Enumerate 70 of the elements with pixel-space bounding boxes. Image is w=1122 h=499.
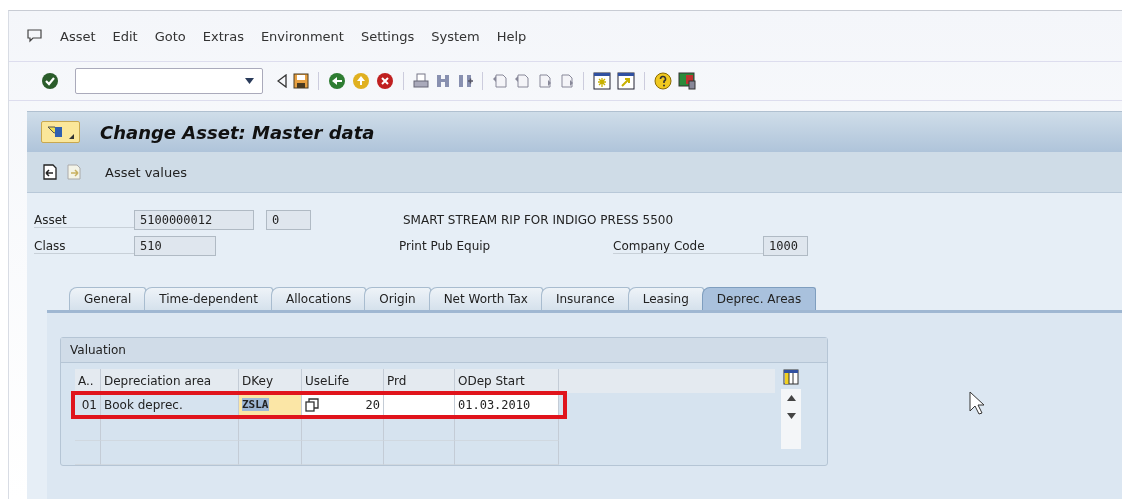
empty-table-cell — [239, 441, 302, 465]
binoculars-plus-icon[interactable] — [457, 73, 473, 89]
back-icon[interactable] — [328, 72, 346, 90]
copy-icon[interactable] — [305, 397, 319, 412]
column-header[interactable]: Prd — [384, 369, 455, 393]
cancel-icon[interactable] — [376, 72, 394, 90]
shortcut-icon[interactable] — [617, 72, 635, 90]
input-field[interactable]: 510 — [134, 236, 216, 256]
pointer-window-icon — [47, 125, 64, 139]
print-icon[interactable] — [413, 73, 429, 89]
input-field[interactable]: 0 — [266, 210, 311, 230]
triangle-left-icon[interactable] — [277, 74, 287, 88]
empty-table-cell — [75, 417, 101, 441]
class-description: Print Pub Equip — [399, 239, 492, 253]
column-header[interactable]: ODep Start — [455, 369, 559, 393]
binoculars-icon[interactable] — [435, 73, 451, 89]
tab[interactable]: Origin — [364, 287, 431, 310]
screen-title: Change Asset: Master data — [100, 121, 375, 143]
menu-item[interactable]: Extras — [202, 28, 244, 44]
enter-icon[interactable] — [41, 72, 59, 90]
save-icon[interactable] — [293, 73, 309, 89]
input-field[interactable]: 1000 — [763, 236, 808, 256]
tab[interactable]: Time-dependent — [144, 287, 273, 310]
system-menu-icon[interactable] — [27, 29, 43, 43]
menu-item[interactable]: System — [431, 28, 480, 44]
page-icon[interactable] — [492, 73, 508, 89]
empty-table-cell — [384, 441, 455, 465]
layout-icon[interactable] — [678, 72, 696, 90]
column-header[interactable]: A.. — [75, 369, 101, 393]
input-field[interactable]: 5100000012 — [134, 210, 254, 230]
empty-table-cell — [384, 417, 455, 441]
asset-values-button[interactable]: Asset values — [105, 162, 187, 182]
command-field[interactable] — [75, 68, 263, 94]
tab[interactable]: Insurance — [540, 287, 630, 310]
table-cell: 01 — [75, 393, 101, 417]
tab[interactable]: Deprec. Areas — [701, 287, 817, 310]
page-icon[interactable] — [558, 73, 574, 89]
page-icon[interactable] — [536, 73, 552, 89]
new-window-icon[interactable] — [593, 72, 611, 90]
tab[interactable]: Leasing — [627, 287, 704, 310]
menu-item[interactable]: Settings — [360, 28, 415, 44]
mouse-pointer-icon — [969, 391, 985, 415]
help-icon[interactable] — [654, 72, 672, 90]
empty-table-cell — [75, 441, 101, 465]
empty-table-cell — [239, 417, 302, 441]
field-label: Company Code — [613, 238, 763, 254]
menu-item[interactable]: Help — [496, 28, 527, 44]
page-icon[interactable] — [514, 73, 530, 89]
selected-text: ZSLA — [242, 398, 269, 411]
dropdown-icon — [69, 134, 74, 139]
menu-item[interactable]: Asset — [60, 28, 96, 44]
scroll-down-icon[interactable] — [786, 413, 796, 419]
dropdown-icon[interactable] — [245, 78, 254, 84]
column-header[interactable]: UseLife — [302, 369, 384, 393]
previous-record-icon[interactable] — [43, 164, 57, 180]
tab[interactable]: Allocations — [270, 287, 367, 310]
menu-item[interactable]: Edit — [112, 28, 138, 44]
asset-description: SMART STREAM RIP FOR INDIGO PRESS 5500 — [403, 213, 674, 227]
group-header: Valuation — [61, 338, 827, 363]
menu-item[interactable]: Goto — [154, 28, 186, 44]
column-header[interactable]: Depreciation area — [101, 369, 239, 393]
scrollbar[interactable] — [781, 389, 801, 449]
menu-button[interactable] — [41, 121, 80, 143]
tab[interactable]: General — [69, 287, 147, 310]
menu-item[interactable]: Environment — [260, 28, 344, 44]
input-field[interactable]: 20 — [365, 397, 380, 412]
column-header[interactable]: DKey — [239, 369, 302, 393]
tab[interactable]: Net Worth Tax — [428, 287, 543, 310]
scroll-up-icon[interactable] — [786, 395, 796, 401]
column-settings-icon[interactable] — [783, 369, 799, 385]
